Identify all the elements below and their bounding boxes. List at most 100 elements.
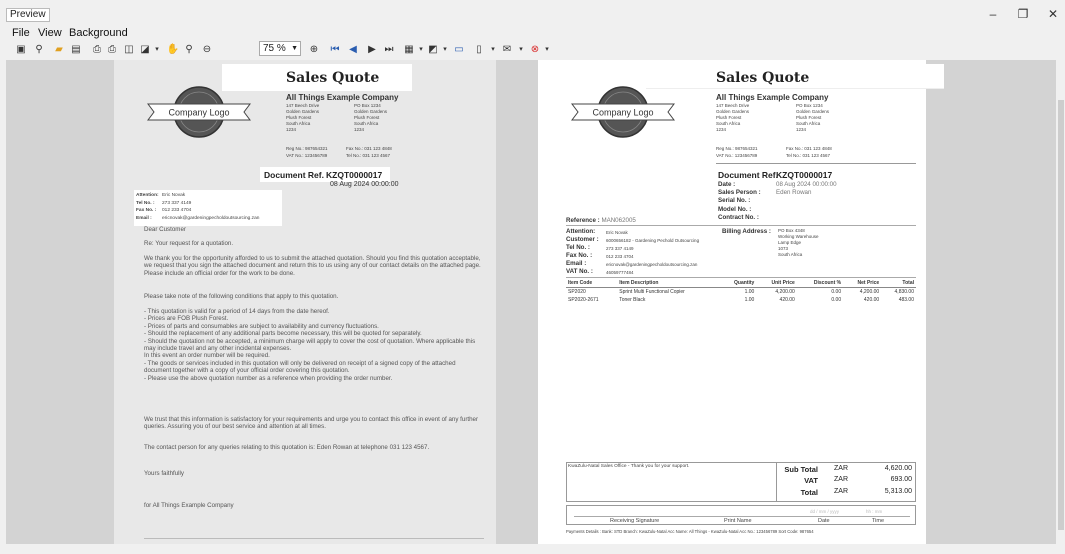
vat-value: 693.00 (890, 476, 912, 483)
reg-number: Reg No.: 987654321 (716, 146, 758, 151)
currency: ZAR (834, 488, 848, 495)
previous-page-icon[interactable]: ◀ (346, 42, 360, 56)
date-label: Date (818, 518, 830, 524)
page-cover-letter: Sales Quote Company Logo All Things Exam… (114, 60, 496, 544)
date-hint: dd / mm / yyyy (810, 509, 840, 514)
zoom-value: 75 % (263, 43, 286, 54)
letter-re: Re: Your request for a quotation. (144, 240, 234, 247)
zoom-select[interactable]: 75 % ▼ (259, 41, 301, 56)
find-icon[interactable]: ⚲ (32, 42, 46, 56)
line-items-table: Item Code Item Description Quantity Unit… (566, 279, 916, 304)
export-icon[interactable]: ▯ (472, 42, 486, 56)
col-quantity: Quantity (720, 279, 757, 288)
reference-row: Reference : MAN062005 (566, 217, 636, 224)
postal-address: PO Box 1234 Golden Gardens Plush Forest Sou… (796, 103, 830, 132)
table-row: SP2020-2671 Toner Black 1.00 420.00 0.00… (566, 296, 916, 304)
street-address: 147 Beech Drive Golden Gardens Plush Fores… (716, 103, 750, 132)
company-name: All Things Example Company (716, 93, 829, 102)
quote-date: 08 Aug 2024 00:00:00 (330, 181, 399, 188)
signature-line (574, 516, 910, 517)
total-label: Total (800, 488, 818, 497)
quick-print-icon[interactable]: ⎙ (105, 42, 119, 56)
minimize-button[interactable]: – (985, 7, 1001, 21)
cell: SP2020-2671 (568, 297, 599, 303)
cell: Toner Black (619, 297, 646, 303)
table-header-row: Item Code Item Description Quantity Unit… (566, 279, 916, 288)
reference-divider (566, 225, 916, 226)
cell: 0.00 (831, 289, 842, 295)
currency: ZAR (834, 465, 848, 472)
document-ref: KZQT0000017 (776, 170, 833, 180)
chevron-down-icon: ▼ (291, 45, 298, 52)
next-page-icon[interactable]: ▶ (365, 42, 379, 56)
first-page-icon[interactable]: ⏮ (328, 42, 342, 56)
time-hint: hh : mm (866, 509, 883, 514)
tel-number: Tel No.: 031 123 4567 (786, 153, 831, 158)
time-label: Time (872, 518, 885, 524)
watermark-icon[interactable]: ▭ (452, 42, 466, 56)
zoom-in-icon[interactable]: ⊕ (307, 42, 321, 56)
restore-button[interactable]: ❐ (1015, 7, 1031, 21)
letter-paragraph-3: We trust that this information is satisf… (144, 416, 479, 431)
letter-paragraph-4: The contact person for any queries relat… (144, 444, 430, 451)
scale-dropdown-icon[interactable]: ▾ (150, 42, 164, 56)
close-preview-dropdown-icon[interactable]: ▾ (540, 42, 554, 56)
toolbar: ▣ ⚲ ▰ ▤ ⎙ ⎙ ◫ ◪ ▾ ✋ ⚲ ⊖ 75 % ▼ ⊕ ⏮ ◀ ▶ ⏭… (12, 40, 1052, 58)
col-item-description: Item Description (617, 279, 721, 288)
company-logo-icon: Company Logo (571, 86, 675, 138)
cell: 4,200.00 (775, 289, 795, 295)
office-note: KwaZulu-Natal Sales Office - Thank you f… (568, 464, 690, 469)
header-divider (716, 163, 916, 164)
document-ref: KZQT0000017 (326, 170, 383, 180)
background-dropdown-icon[interactable]: ▾ (438, 42, 452, 56)
open-folder-icon[interactable]: ▰ (52, 42, 66, 56)
detail-labels: Date : Sales Person : Serial No. : Model No… (718, 181, 761, 221)
hand-tool-icon[interactable]: ✋ (166, 42, 180, 56)
payment-details: Payments Details : Bank: STD Branch: Kwa… (566, 529, 814, 534)
print-name-label: Print Name (724, 518, 752, 524)
page-quotation: Sales Quote Company Logo All Things Exam… (538, 60, 944, 544)
menu-file[interactable]: File (12, 26, 30, 40)
col-unit-price: Unit Price (756, 279, 797, 288)
customer-labels: Attention: Customer : Tel No. : Fax No. : Em… (566, 228, 599, 275)
logo-text: Company Logo (168, 108, 229, 118)
vat-number: VAT No.: 123456789 (286, 153, 328, 158)
page-setup-icon[interactable]: ◫ (122, 42, 136, 56)
last-page-icon[interactable]: ⏭ (382, 42, 396, 56)
cell: 4,200.00 (859, 289, 880, 295)
table-row: SP2020 Sprint Multi Functional Copier 1.… (566, 288, 916, 297)
save-icon[interactable]: ▤ (69, 42, 83, 56)
scroll-thumb[interactable] (1058, 100, 1064, 530)
document-ref-label: Document Ref. (718, 170, 778, 180)
magnifier-icon[interactable]: ⚲ (182, 42, 196, 56)
vertical-scrollbar[interactable] (1057, 60, 1065, 544)
thumbnails-icon[interactable]: ▣ (14, 42, 28, 56)
vat-label: VAT (804, 476, 818, 485)
sales-quote-title: Sales Quote (716, 70, 810, 86)
window-title: Preview (6, 8, 50, 22)
col-total: Total (881, 279, 916, 288)
print-icon[interactable]: ⎙ (90, 42, 104, 56)
close-button[interactable]: ✕ (1045, 7, 1061, 21)
preview-viewport[interactable]: Sales Quote Company Logo All Things Exam… (6, 60, 1056, 544)
billing-address: PO Box 4348 Working Warehouse Lamp Edge 107… (778, 228, 819, 257)
cell: 420.00 (863, 297, 880, 303)
col-item-code: Item Code (566, 279, 618, 288)
cell: Sprint Multi Functional Copier (619, 289, 685, 295)
fax-number: Fax No.: 031 123 4848 (346, 146, 392, 151)
cell: 4,830.00 (894, 289, 914, 295)
menu-view[interactable]: View (38, 26, 62, 40)
company-logo-icon: Company Logo (147, 86, 251, 138)
export-dropdown-icon[interactable]: ▾ (486, 42, 500, 56)
document-ref-label: Document Ref. (264, 170, 324, 180)
email-dropdown-icon[interactable]: ▾ (514, 42, 528, 56)
zoom-out-icon[interactable]: ⊖ (200, 42, 214, 56)
letter-greeting: Dear Customer (144, 226, 186, 233)
horizontal-scrollbar[interactable] (0, 544, 1065, 554)
menu-bar: File View Background (0, 26, 1065, 40)
customer-values: Eric Novak 6000656182 - Gardening Pechold… (606, 230, 700, 275)
email-icon[interactable]: ✉ (500, 42, 514, 56)
menu-background[interactable]: Background (69, 26, 128, 40)
letter-closing: Yours faithfully (144, 470, 185, 477)
letter-signoff: for All Things Example Company (144, 502, 234, 509)
